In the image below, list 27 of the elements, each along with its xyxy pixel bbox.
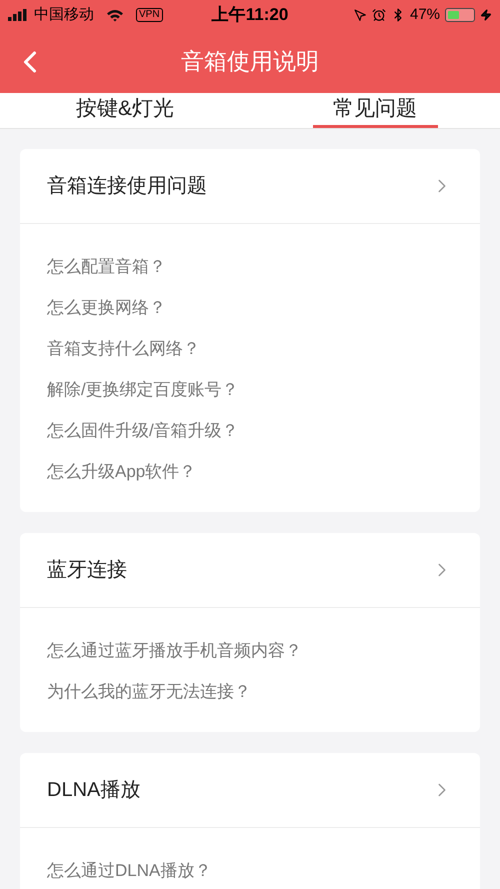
carrier-name: 中国移动: [34, 4, 94, 25]
question-link[interactable]: 为什么我的蓝牙无法连接？: [47, 679, 251, 705]
question-link[interactable]: 解除/更换绑定百度账号？: [47, 377, 239, 403]
section-title: 音箱连接使用问题: [47, 174, 207, 198]
section-header[interactable]: 蓝牙连接: [20, 532, 480, 608]
section-title: DLNA播放: [47, 778, 140, 802]
alarm-icon: [372, 8, 386, 22]
clock-time: 上午11:20: [212, 4, 288, 26]
question-link[interactable]: 怎么升级App软件？: [47, 459, 196, 485]
section-header[interactable]: 音箱连接使用问题: [20, 148, 480, 224]
question-link[interactable]: 怎么通过DLNA播放？: [47, 858, 212, 884]
wifi-icon: [106, 8, 124, 22]
section-header[interactable]: DLNA播放: [20, 752, 480, 828]
page-title: 音箱使用说明: [181, 47, 319, 76]
question-link[interactable]: 怎么更换网络？: [47, 295, 166, 321]
question-link[interactable]: 怎么固件升级/音箱升级？: [47, 418, 239, 444]
charging-icon: [480, 9, 492, 21]
tab[interactable]: 常见问题: [312, 93, 438, 128]
question-link[interactable]: 音箱支持什么网络？: [47, 336, 200, 362]
location-arrow-icon: [354, 8, 367, 22]
section-title: 蓝牙连接: [47, 558, 127, 582]
tab[interactable]: 按键&灯光: [62, 93, 188, 128]
question-link[interactable]: 怎么配置音箱？: [47, 254, 166, 280]
battery-icon: [445, 8, 476, 22]
battery-percent: 47%: [410, 4, 440, 25]
vpn-badge: VPN: [136, 8, 163, 22]
question-link[interactable]: 怎么通过蓝牙播放手机音频内容？: [47, 638, 302, 664]
